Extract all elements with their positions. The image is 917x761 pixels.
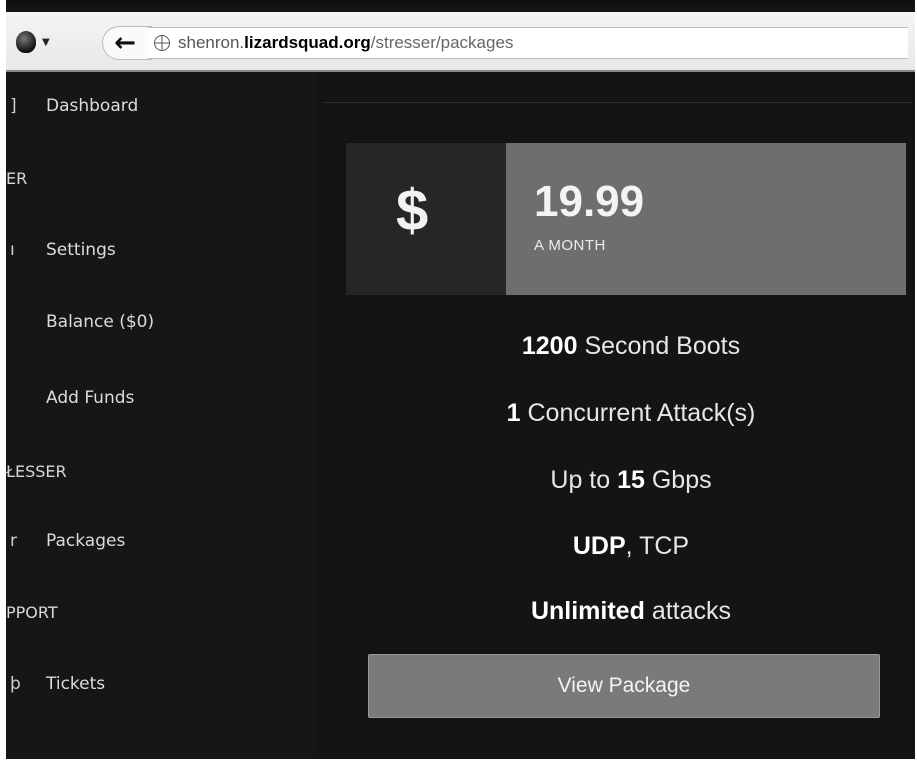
- feature-value: Unlimited: [530, 597, 645, 625]
- sidebar: ] Dashboard ER ı Settings Balance ($0) A…: [6, 72, 316, 759]
- packages-icon: r: [10, 531, 17, 551]
- currency-area: $: [346, 143, 506, 295]
- sidebar-item-label: Settings: [46, 240, 116, 260]
- tickets-icon: þ: [10, 674, 21, 694]
- feature-bandwidth: Up to 15 Gbps: [336, 466, 915, 495]
- chevron-down-icon: ▼: [42, 36, 50, 48]
- feature-text: Concurrent Attack(s): [520, 399, 756, 427]
- browser-toolbar: ▼ ← shenron. lizardsquad.org/stresser/pac…: [6, 12, 915, 72]
- feature-text: Second Boots: [577, 332, 741, 360]
- package-price-panel: $ 19.99 A MONTH: [346, 143, 906, 295]
- browser-menu-button[interactable]: ▼: [16, 28, 60, 56]
- feature-text: Gbps: [644, 466, 712, 494]
- currency-symbol: $: [396, 178, 429, 243]
- feature-text: , TCP: [625, 532, 690, 560]
- sidebar-item-label: Packages: [46, 531, 126, 551]
- sidebar-item-label: Balance ($0): [46, 312, 155, 332]
- globe-icon: [154, 35, 170, 51]
- sidebar-item-label: Dashboard: [46, 96, 139, 116]
- sidebar-item-label: Tickets: [46, 674, 106, 694]
- feature-value: 1: [506, 399, 521, 427]
- price-value: 19.99: [534, 177, 645, 226]
- feature-prefix: Up to: [550, 466, 618, 494]
- sidebar-section-heading: ŁESSER: [6, 462, 67, 481]
- address-bar[interactable]: shenron. lizardsquad.org/stresser/package…: [148, 27, 908, 59]
- price-period: A MONTH: [534, 237, 606, 254]
- feature-text: attacks: [644, 597, 732, 625]
- sidebar-item-label: Add Funds: [46, 388, 135, 408]
- main-content: $ 19.99 A MONTH 1200 Second Boots 1 Conc…: [316, 72, 915, 759]
- left-arrow-icon: ←: [114, 28, 136, 58]
- url-domain: lizardsquad.org: [244, 33, 371, 52]
- back-button[interactable]: ←: [110, 28, 140, 58]
- browser-window: ▼ ← shenron. lizardsquad.org/stresser/pac…: [6, 0, 915, 759]
- feature-value: 15: [617, 466, 645, 494]
- feature-protocols: UDP, TCP: [336, 532, 915, 561]
- sidebar-section-heading: PPORT: [6, 603, 58, 622]
- sidebar-section-heading: ER: [6, 169, 28, 188]
- url-subdomain: shenron.: [178, 33, 245, 52]
- divider: [322, 102, 912, 103]
- dashboard-icon: ]: [10, 96, 17, 116]
- feature-concurrent: 1 Concurrent Attack(s): [336, 399, 915, 428]
- url-path: /stresser/packages: [370, 33, 514, 52]
- view-package-button[interactable]: View Package: [368, 654, 880, 718]
- feature-value: 1200: [521, 332, 578, 360]
- feature-boot-time: 1200 Second Boots: [336, 332, 915, 361]
- settings-icon: ı: [10, 240, 15, 260]
- browser-logo-icon: [16, 31, 36, 53]
- feature-value: UDP: [572, 532, 626, 560]
- price-amount-area: 19.99 A MONTH: [506, 143, 906, 295]
- feature-attacks: Unlimited attacks: [336, 597, 915, 626]
